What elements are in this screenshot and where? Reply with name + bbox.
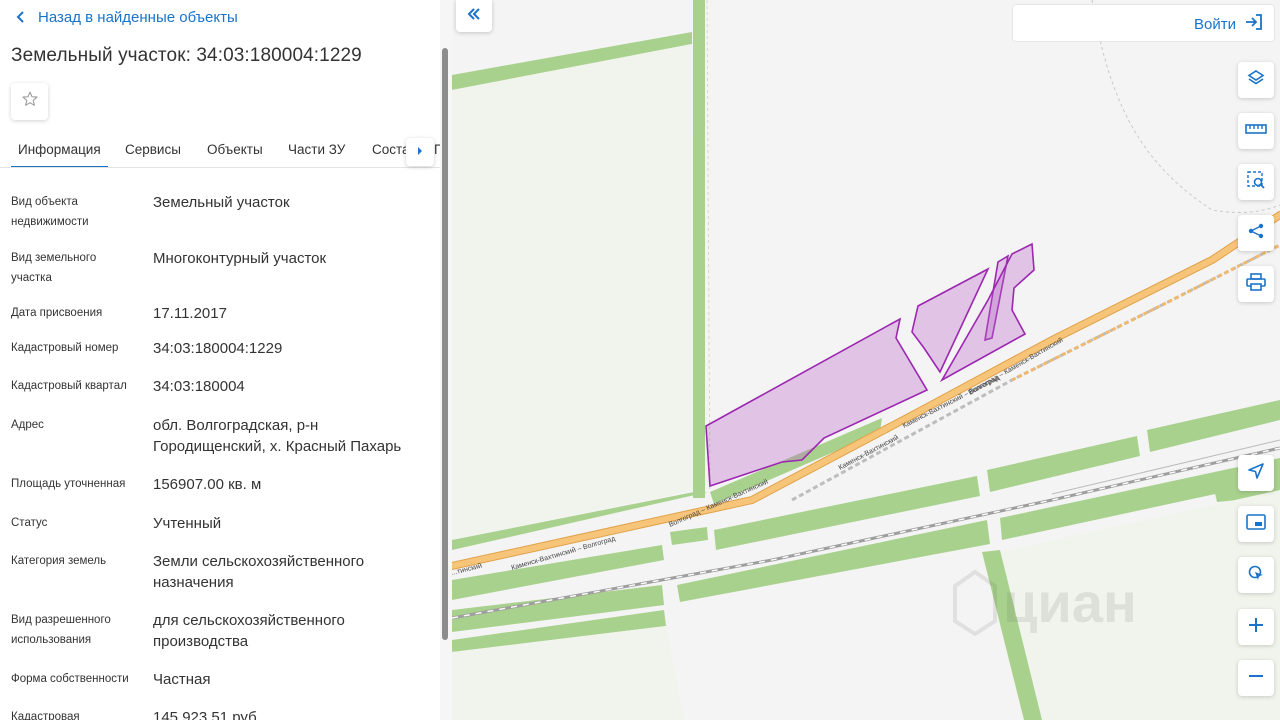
zoom-in-button[interactable] xyxy=(1238,609,1274,645)
panel-scrollbar-thumb[interactable] xyxy=(442,48,448,640)
tab-bar: Информация Сервисы Объекты Части ЗУ Сост… xyxy=(0,134,440,168)
login-label: Войти xyxy=(1194,15,1236,33)
double-chevron-left-icon xyxy=(466,7,482,26)
field-strip xyxy=(670,527,708,545)
info-value: 17.11.2017 xyxy=(153,305,227,322)
layers-button[interactable] xyxy=(1238,62,1274,98)
login-button[interactable]: Войти xyxy=(1194,13,1264,35)
share-button[interactable] xyxy=(1238,215,1274,251)
info-label: Кадастровый квартал xyxy=(11,380,127,392)
back-to-results-link[interactable]: Назад в найденные объекты xyxy=(16,8,238,26)
info-value: Учтенный xyxy=(153,515,222,532)
favorite-button[interactable] xyxy=(11,83,48,120)
info-label: Вид земельного участка xyxy=(11,252,97,284)
minimap-button[interactable] xyxy=(1238,506,1274,542)
info-label: Кадастровая xyxy=(11,711,80,720)
navigate-button[interactable] xyxy=(1238,455,1274,491)
info-label: Вид разрешенного использования xyxy=(11,614,111,646)
ruler-button[interactable] xyxy=(1238,113,1274,149)
info-label: Кадастровый номер xyxy=(11,342,119,354)
minimap-icon xyxy=(1246,513,1266,535)
tab-land-parts[interactable]: Части ЗУ xyxy=(288,134,345,167)
parcel-contour xyxy=(705,317,929,488)
zoom-in-icon xyxy=(1248,617,1264,638)
field-strip xyxy=(1147,400,1280,452)
print-icon xyxy=(1246,272,1266,296)
info-panel: Назад в найденные объекты Земельный учас… xyxy=(0,0,452,720)
watermark-text: циан xyxy=(1003,571,1137,634)
info-value: 145 923.51 руб. xyxy=(153,709,261,720)
map-view[interactable]: Волгоград – Каменск-Вахтинский Каменск-В… xyxy=(452,0,1280,720)
collapse-panel-button[interactable] xyxy=(456,0,492,32)
field-area xyxy=(452,44,694,540)
info-label: Дата присвоения xyxy=(11,307,103,319)
zoom-out-button[interactable] xyxy=(1238,660,1274,696)
star-outline-icon xyxy=(21,90,39,113)
info-value: для сельскохозяйственного производства xyxy=(153,612,345,650)
geolocation-button[interactable] xyxy=(1238,557,1274,593)
ruler-icon xyxy=(1245,122,1267,141)
top-bar: Войти xyxy=(1012,4,1275,42)
tabs-scroll-right-button[interactable] xyxy=(406,138,434,166)
share-icon xyxy=(1247,222,1265,245)
info-value: 34:03:180004 xyxy=(153,378,245,395)
info-label: Статус xyxy=(11,517,48,529)
login-icon xyxy=(1244,13,1264,35)
info-value: Земельный участок xyxy=(153,194,290,211)
chevron-left-icon xyxy=(16,8,38,26)
zoom-out-icon xyxy=(1248,668,1264,689)
back-link-label: Назад в найденные объекты xyxy=(38,8,238,26)
tab-services[interactable]: Сервисы xyxy=(125,134,181,167)
info-value: 34:03:180004:1229 xyxy=(153,340,283,357)
tab-information[interactable]: Информация xyxy=(11,134,108,167)
map-canvas[interactable]: Волгоград – Каменск-Вахтинский Каменск-В… xyxy=(452,0,1280,720)
layers-icon xyxy=(1247,69,1265,92)
navigate-icon xyxy=(1247,462,1265,485)
page-title: Земельный участок: 34:03:180004:1229 xyxy=(11,45,362,66)
info-value: Частная xyxy=(153,671,211,688)
field-strip xyxy=(693,0,705,498)
info-value: Земли сельскохозяйственного назначения xyxy=(153,553,365,591)
cian-watermark: циан xyxy=(945,560,1155,640)
info-label: Площадь уточненная xyxy=(11,478,126,490)
tab-objects[interactable]: Объекты xyxy=(207,134,263,167)
info-label: Вид объекта недвижимости xyxy=(11,196,89,228)
caret-right-icon xyxy=(416,143,424,161)
area-select-icon xyxy=(1246,170,1266,195)
info-value: обл. Волгоградская, р-н Городищенский, х… xyxy=(153,417,402,455)
info-label: Адрес xyxy=(11,419,44,431)
area-select-button[interactable] xyxy=(1238,164,1274,200)
field-strip xyxy=(987,436,1140,492)
info-label: Категория земель xyxy=(11,555,107,567)
info-label: Форма собственности xyxy=(11,673,129,685)
tab-composition[interactable]: Соста xyxy=(372,134,410,167)
info-value: Многоконтурный участок xyxy=(153,250,327,267)
info-value: 156907.00 кв. м xyxy=(153,476,262,493)
print-button[interactable] xyxy=(1238,266,1274,302)
geolocation-icon xyxy=(1247,564,1265,587)
